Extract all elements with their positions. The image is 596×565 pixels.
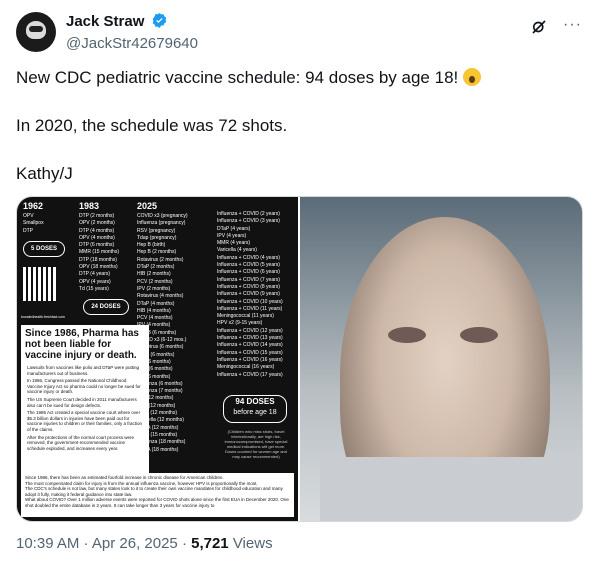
list-item: In 1986, Congress passed the National Ch… bbox=[27, 378, 141, 395]
list-item: DTaP (4 years) bbox=[217, 225, 251, 232]
list-item: DTaP (2 months) bbox=[137, 264, 175, 271]
right-eye bbox=[460, 327, 498, 343]
list-item: OPV bbox=[23, 213, 34, 219]
list-item: The US Supreme Court decided in 2011 man… bbox=[27, 396, 137, 408]
list-item: Influenza + COVID (2 years) bbox=[217, 211, 280, 217]
list-item: Influenza + COVID (12 years) bbox=[217, 327, 283, 334]
list-item: HPV x2 (9-15 years) bbox=[217, 320, 263, 327]
author-block: Jack Straw @JackStr42679640 bbox=[66, 12, 198, 54]
hospital-gown bbox=[320, 457, 582, 521]
tweet-media[interactable]: 1962 OPV Smallpox DTP 5 DOSES boostedhealt… bbox=[16, 196, 583, 522]
list-item: Influenza + COVID (13 years) bbox=[217, 335, 283, 342]
list-item: Influenza + COVID (11 years) bbox=[217, 305, 283, 312]
list-item: DTP (2 months) bbox=[79, 213, 115, 219]
qr-caption: boostedhealth.freshfact.com bbox=[21, 315, 65, 319]
list-item: Influenza + COVID (9 years) bbox=[217, 291, 280, 298]
column-2025-continued: Influenza + COVID (2 years) Influenza + C… bbox=[217, 211, 283, 379]
list-item: OPV (2 months) bbox=[79, 220, 115, 227]
tweet-line-3: Kathy/J bbox=[16, 164, 73, 183]
verified-badge-icon bbox=[151, 12, 168, 34]
list-item: Influenza + COVID (6 years) bbox=[217, 269, 280, 276]
list-item: Influenza + COVID (10 years) bbox=[217, 298, 283, 305]
list-item: DTP (4 months) bbox=[79, 227, 115, 234]
list-item: Lawsuits from vaccines like polio and DT… bbox=[27, 365, 139, 376]
schedule-note: (Children who miss shots, travel interna… bbox=[224, 429, 288, 459]
avatar[interactable] bbox=[16, 12, 56, 52]
list-item: Meningococcal (11 years) bbox=[217, 313, 274, 320]
badge-94-doses: 94 DOSES before age 18 bbox=[223, 395, 287, 423]
list-item: MMR (4 years) bbox=[217, 240, 251, 247]
tweet-header: Jack Straw @JackStr42679640 ··· bbox=[16, 10, 584, 58]
views-count: 5,721 bbox=[191, 535, 229, 552]
user-handle[interactable]: @JackStr42679640 bbox=[66, 34, 198, 54]
display-name[interactable]: Jack Straw bbox=[66, 12, 144, 32]
list-item: IPV (4 years) bbox=[217, 232, 247, 239]
list-item: The CDC's schedule is not law, but many … bbox=[25, 486, 283, 497]
list-item: Smallpox bbox=[23, 220, 44, 227]
list-item: Influenza + COVID (8 years) bbox=[217, 283, 280, 290]
list-item: DTaP (4 months) bbox=[137, 300, 175, 307]
list-item: PCV (2 months) bbox=[137, 278, 173, 285]
list-item: PCV (4 months) bbox=[137, 315, 173, 322]
list-item: RSV (pregnancy) bbox=[137, 227, 176, 234]
tweet-text: New CDC pediatric vaccine schedule: 94 d… bbox=[16, 66, 576, 186]
list-item: The 1986 Act created a special vaccine c… bbox=[27, 410, 143, 432]
list-item: Influenza + COVID (16 years) bbox=[217, 356, 283, 363]
list-item: Influenza + COVID (3 years) bbox=[217, 218, 280, 225]
list-item: IPV (2 months) bbox=[137, 285, 171, 292]
list-item: Influenza + COVID (15 years) bbox=[217, 349, 283, 356]
qr-code bbox=[23, 267, 57, 301]
list-item: COVID x3 (pregnancy) bbox=[137, 213, 188, 219]
list-item: Td (15 years) bbox=[79, 285, 109, 292]
views-label: Views bbox=[228, 535, 273, 552]
list-item: Rotavirus (4 months) bbox=[137, 293, 184, 300]
list-item: OPV (4 years) bbox=[79, 278, 111, 285]
infographic-footer: Since 1986, there has been an estimated … bbox=[21, 473, 294, 517]
left-eye bbox=[388, 327, 426, 343]
list-item: Meningococcal (16 years) bbox=[217, 364, 275, 371]
child-photo[interactable] bbox=[300, 197, 582, 521]
list-item: OPV (18 months) bbox=[79, 264, 118, 271]
list-item: After the protections of the normal cour… bbox=[27, 434, 135, 451]
list-item: OPV (4 months) bbox=[79, 234, 115, 241]
column-1983: 1983 DTP (2 months) OPV (2 months) DTP (4 … bbox=[79, 201, 120, 292]
more-icon[interactable]: ··· bbox=[563, 16, 582, 34]
list-item: DTP bbox=[23, 227, 33, 234]
list-item: Influenza + COVID (4 years) bbox=[217, 254, 280, 261]
list-item: DTP (6 months) bbox=[79, 242, 115, 249]
list-item: Tdap (pregnancy) bbox=[137, 234, 177, 241]
list-item: Influenza + COVID (7 years) bbox=[217, 276, 280, 283]
list-item: DTP (4 years) bbox=[79, 271, 111, 278]
tweet-meta: 10:39 AM · Apr 26, 2025 · 5,721 Views bbox=[16, 535, 273, 552]
list-item: What about COVID? Over 1 million adverse… bbox=[25, 497, 289, 508]
list-item: DTP (18 months) bbox=[79, 256, 117, 263]
grok-icon[interactable] bbox=[530, 18, 548, 41]
badge-5-doses: 5 DOSES bbox=[23, 241, 65, 257]
list-item: HIB (2 months) bbox=[137, 271, 171, 278]
tweet-line-2: In 2020, the schedule was 72 shots. bbox=[16, 116, 288, 135]
badge-24-doses: 24 DOSES bbox=[83, 299, 129, 315]
list-item: Influenza + COVID (17 years) bbox=[217, 371, 283, 378]
list-item: Hep B (2 months) bbox=[137, 249, 177, 256]
tweet-line-1: New CDC pediatric vaccine schedule: 94 d… bbox=[16, 66, 576, 90]
list-item: HIB (4 months) bbox=[137, 307, 171, 314]
list-item: Rotavirus (2 months) bbox=[137, 256, 184, 263]
list-item: Influenza + COVID (14 years) bbox=[217, 342, 283, 349]
list-item: Influenza + COVID (5 years) bbox=[217, 262, 280, 269]
timestamp[interactable]: 10:39 AM · Apr 26, 2025 · bbox=[16, 535, 191, 552]
infographic-image[interactable]: 1962 OPV Smallpox DTP 5 DOSES boostedhealt… bbox=[17, 197, 298, 521]
list-item: Influenza (pregnancy) bbox=[137, 220, 186, 227]
column-1962: 1962 OPV Smallpox DTP bbox=[23, 201, 44, 234]
list-item: Varicella (4 years) bbox=[217, 247, 257, 254]
scream-emoji-icon bbox=[462, 68, 481, 86]
list-item: MMR (15 months) bbox=[79, 249, 120, 256]
list-item: Hep B (birth) bbox=[137, 242, 166, 249]
liability-headline: Since 1986, Pharma has not been liable f… bbox=[25, 328, 139, 361]
